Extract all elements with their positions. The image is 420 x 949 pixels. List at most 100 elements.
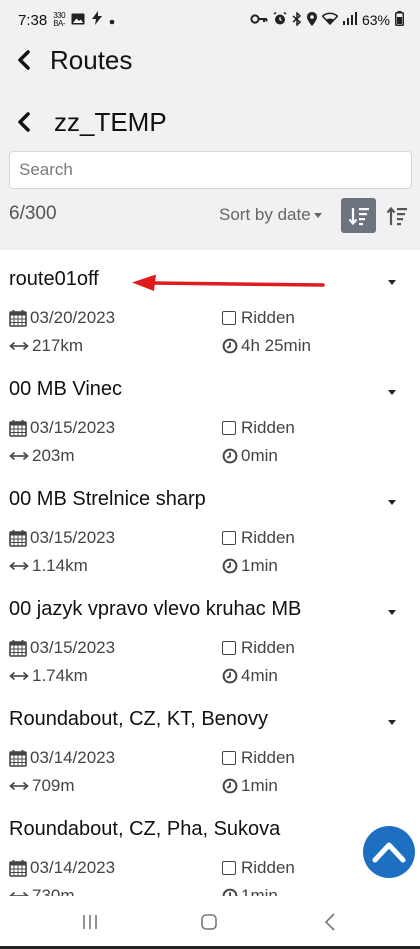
route-name[interactable]: 00 MB Vinec <box>9 378 122 401</box>
route-duration: 0min <box>222 446 278 466</box>
route-item[interactable]: Roundabout, CZ, Pha, Sukova 03/14/2023 7… <box>0 800 420 896</box>
calendar-icon <box>9 639 27 657</box>
ridden-checkbox[interactable] <box>222 641 236 655</box>
caret-down-icon <box>313 212 322 218</box>
back-nav-button[interactable] <box>320 910 340 934</box>
ridden-label: Ridden <box>241 858 295 877</box>
caret-down-icon <box>388 609 396 615</box>
left-right-arrow-icon <box>9 780 29 792</box>
route-ridden[interactable]: Ridden <box>222 308 295 328</box>
route-item[interactable]: 00 MB Strelnice sharp 03/15/2023 1.14km … <box>0 470 420 580</box>
route-distance: 709m <box>9 776 75 796</box>
route-item[interactable]: 00 jazyk vpravo vlevo kruhac MB 03/15/20… <box>0 580 420 690</box>
page-title: Routes <box>50 44 133 75</box>
ridden-checkbox[interactable] <box>222 531 236 545</box>
calendar-icon <box>9 749 27 767</box>
route-name[interactable]: Roundabout, CZ, Pha, Sukova <box>9 818 280 841</box>
route-ridden[interactable]: Ridden <box>222 638 295 658</box>
sort-ascending-button[interactable] <box>382 200 412 232</box>
route-menu-button[interactable] <box>382 712 402 732</box>
folder-header: zz_TEMP <box>0 102 420 142</box>
route-item[interactable]: Roundabout, CZ, KT, Benovy 03/14/2023 70… <box>0 690 420 800</box>
folder-back-button[interactable] <box>4 102 44 142</box>
data-usage-icon: 330 BA- <box>53 11 66 28</box>
caret-down-icon <box>388 719 396 725</box>
route-distance-text: 709m <box>32 776 75 795</box>
ridden-checkbox[interactable] <box>222 421 236 435</box>
ridden-label: Ridden <box>241 418 295 437</box>
route-menu-button[interactable] <box>382 382 402 402</box>
route-date-text: 03/15/2023 <box>30 418 116 437</box>
wifi-icon <box>321 12 339 28</box>
route-name[interactable]: 00 jazyk vpravo vlevo kruhac MB <box>9 598 301 621</box>
route-name[interactable]: 00 MB Strelnice sharp <box>9 488 206 511</box>
route-item[interactable]: 00 MB Vinec 03/15/2023 203m Ridden 0min <box>0 360 420 470</box>
sort-dropdown[interactable]: Sort by date <box>219 205 322 225</box>
chevron-left-icon <box>18 50 30 70</box>
left-right-arrow-icon <box>9 560 29 572</box>
ridden-label: Ridden <box>241 528 295 547</box>
chevron-left-icon <box>18 112 30 132</box>
status-left: 7:38 330 BA- <box>18 11 115 29</box>
clock-icon <box>222 668 238 684</box>
route-menu-button[interactable] <box>382 272 402 292</box>
scroll-to-top-button[interactable] <box>363 826 415 878</box>
route-ridden[interactable]: Ridden <box>222 418 295 438</box>
route-distance: 1.74km <box>9 666 88 686</box>
sort-label: Sort by date <box>219 205 311 224</box>
image-icon <box>71 12 85 29</box>
route-ridden[interactable]: Ridden <box>222 528 295 548</box>
route-duration: 4h 25min <box>222 336 311 356</box>
route-menu-button[interactable] <box>382 602 402 622</box>
left-right-arrow-icon <box>9 450 29 462</box>
route-duration-text: 0min <box>241 446 278 465</box>
route-name[interactable]: route01off <box>9 268 99 291</box>
back-button[interactable] <box>4 40 44 80</box>
sort-descending-icon <box>348 207 369 225</box>
ridden-checkbox[interactable] <box>222 751 236 765</box>
route-date: 03/15/2023 <box>9 528 115 548</box>
route-ridden[interactable]: Ridden <box>222 858 295 878</box>
recent-apps-button[interactable] <box>80 910 100 934</box>
ridden-checkbox[interactable] <box>222 311 236 325</box>
search-input[interactable] <box>9 151 412 189</box>
route-date: 03/20/2023 <box>9 308 115 328</box>
route-ridden[interactable]: Ridden <box>222 748 295 768</box>
battery-icon <box>395 11 404 29</box>
route-distance-text: 1.74km <box>32 666 88 685</box>
system-nav-bar <box>0 896 420 949</box>
clock-icon <box>222 888 238 896</box>
route-item[interactable]: route01off 03/20/2023 217km Ridden 4h 25… <box>0 250 420 360</box>
route-duration-text: 1min <box>241 776 278 795</box>
route-duration-text: 4h 25min <box>241 336 311 355</box>
route-date-text: 03/14/2023 <box>30 858 116 877</box>
sort-descending-button[interactable] <box>341 198 376 233</box>
home-button[interactable] <box>198 910 220 934</box>
route-distance-text: 730m <box>32 886 75 896</box>
chevron-up-icon <box>372 842 406 863</box>
flash-icon <box>91 11 103 29</box>
route-date-text: 03/20/2023 <box>30 308 116 327</box>
clock-icon <box>222 448 238 464</box>
ridden-checkbox[interactable] <box>222 861 236 875</box>
route-date: 03/14/2023 <box>9 858 115 878</box>
calendar-icon <box>9 529 27 547</box>
left-right-arrow-icon <box>9 670 29 682</box>
route-date-text: 03/15/2023 <box>30 528 116 547</box>
ridden-label: Ridden <box>241 308 295 327</box>
route-distance: 217km <box>9 336 83 356</box>
dot-icon <box>109 12 115 29</box>
route-date: 03/15/2023 <box>9 638 115 658</box>
location-icon <box>306 11 317 29</box>
route-menu-button[interactable] <box>382 492 402 512</box>
route-duration-text: 1min <box>241 556 278 575</box>
route-distance-text: 1.14km <box>32 556 88 575</box>
calendar-icon <box>9 419 27 437</box>
clock-icon <box>222 338 238 354</box>
sort-ascending-icon <box>386 206 407 226</box>
key-icon <box>250 12 268 28</box>
caret-down-icon <box>388 389 396 395</box>
route-name[interactable]: Roundabout, CZ, KT, Benovy <box>9 708 268 731</box>
left-right-arrow-icon <box>9 340 29 352</box>
route-count: 6/300 <box>9 203 57 224</box>
